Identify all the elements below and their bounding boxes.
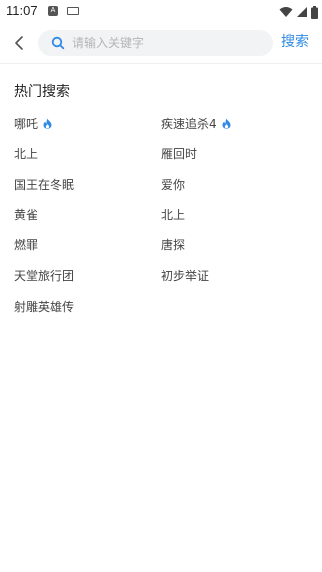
hot-search-item-label: 初步举证 xyxy=(161,268,210,283)
hot-search-item[interactable]: 国王在冬眠 xyxy=(14,174,74,194)
search-input[interactable] xyxy=(72,30,262,56)
chevron-left-icon xyxy=(15,36,23,50)
hot-search-item-label: 黄雀 xyxy=(14,207,39,222)
fire-icon xyxy=(43,118,52,129)
hot-search-item[interactable]: 北上 xyxy=(161,204,185,224)
hot-search-item-label: 爱你 xyxy=(161,177,186,192)
hot-search-item[interactable]: 天堂旅行团 xyxy=(14,265,74,285)
keyboard-icon xyxy=(67,7,79,15)
hot-search-item-label: 燃罪 xyxy=(14,237,39,252)
hot-search-item-label: 唐探 xyxy=(161,237,186,252)
search-box[interactable] xyxy=(38,30,273,56)
hot-search-item-label: 射雕英雄传 xyxy=(14,299,75,314)
hot-search-item[interactable]: 黄雀 xyxy=(14,204,38,224)
hot-search-item[interactable]: 北上 xyxy=(14,143,38,163)
wifi-icon xyxy=(279,7,293,17)
status-bar: 11:07 A xyxy=(0,0,322,24)
hot-search-item-label: 天堂旅行团 xyxy=(14,268,75,283)
signal-icon xyxy=(297,7,307,17)
search-button[interactable]: 搜索 xyxy=(281,31,309,51)
battery-icon xyxy=(311,5,318,19)
search-header: 搜索 xyxy=(0,24,322,64)
hot-search-item[interactable]: 疾速追杀4 xyxy=(161,113,231,133)
hot-search-item-label: 北上 xyxy=(161,207,186,222)
header-divider xyxy=(0,63,322,64)
back-button[interactable] xyxy=(8,30,30,56)
status-time: 11:07 xyxy=(6,3,38,18)
status-indicators xyxy=(279,5,318,19)
fire-icon xyxy=(222,118,231,129)
hot-search-item-label: 疾速追杀4 xyxy=(161,116,217,131)
hot-search-item[interactable]: 射雕英雄传 xyxy=(14,296,74,316)
hot-search-item[interactable]: 燃罪 xyxy=(14,234,38,254)
hot-search-item[interactable]: 初步举证 xyxy=(161,265,209,285)
hot-search-item[interactable]: 哪吒 xyxy=(14,113,52,133)
hot-search-item-label: 哪吒 xyxy=(14,116,39,131)
hot-search-item[interactable]: 唐探 xyxy=(161,234,185,254)
hot-search-item[interactable]: 雁回时 xyxy=(161,143,197,163)
hot-search-item[interactable]: 爱你 xyxy=(161,174,185,194)
hot-search-item-label: 北上 xyxy=(14,146,39,161)
hot-search-item-label: 雁回时 xyxy=(161,146,198,161)
notification-a-icon: A xyxy=(48,6,58,16)
search-icon xyxy=(51,36,65,50)
hot-search-title: 热门搜索 xyxy=(14,84,70,100)
hot-search-item-label: 国王在冬眠 xyxy=(14,177,75,192)
